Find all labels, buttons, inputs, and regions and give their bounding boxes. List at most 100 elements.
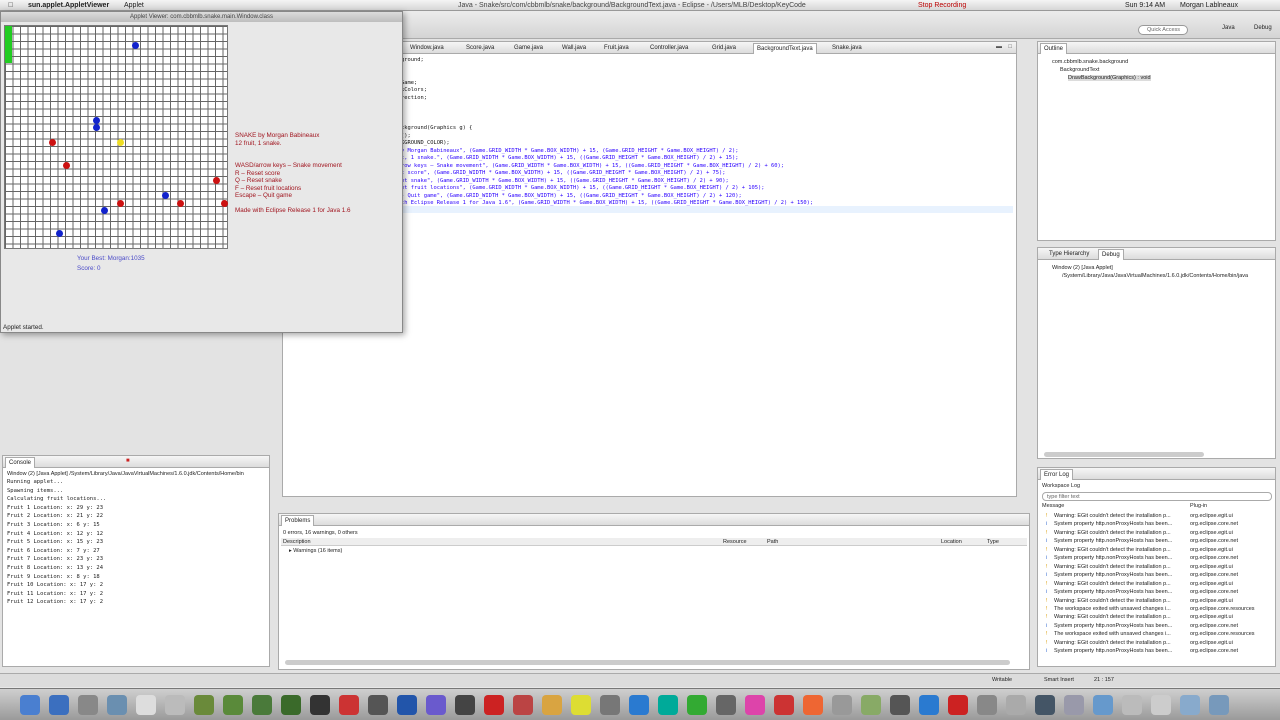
tab-score-java[interactable]: Score.java: [463, 43, 497, 54]
tab-grid-java[interactable]: Grid.java: [709, 43, 739, 54]
dock-app-icon[interactable]: [716, 695, 736, 715]
perspective-java-button[interactable]: Java: [1222, 25, 1235, 31]
dock-app-icon[interactable]: [136, 695, 156, 715]
app-name-menu[interactable]: sun.applet.AppletViewer: [28, 0, 109, 11]
dock-app-icon[interactable]: [774, 695, 794, 715]
col-plugin[interactable]: Plug-in: [1190, 503, 1207, 509]
error-row-message[interactable]: System property http.nonProxyHosts has b…: [1054, 589, 1172, 595]
debug-launch[interactable]: Window (2) [Java Applet]: [1052, 265, 1113, 271]
dock-app-icon[interactable]: [1122, 695, 1142, 715]
error-row-message[interactable]: System property http.nonProxyHosts has b…: [1054, 572, 1172, 578]
outline-class[interactable]: BackgroundText: [1060, 67, 1099, 73]
dock-app-icon[interactable]: [78, 695, 98, 715]
applet-menu[interactable]: Applet: [124, 0, 144, 11]
dock-app-icon[interactable]: [1064, 695, 1084, 715]
col-type[interactable]: Type: [987, 539, 999, 545]
tab-debug[interactable]: Debug: [1098, 249, 1124, 260]
dock-app-icon[interactable]: [977, 695, 997, 715]
dock-app-icon[interactable]: [310, 695, 330, 715]
tab-wall-java[interactable]: Wall.java: [559, 43, 589, 54]
dock-app-icon[interactable]: [252, 695, 272, 715]
dock-app-icon[interactable]: [1151, 695, 1171, 715]
dock-app-icon[interactable]: [919, 695, 939, 715]
tab-type-hierarchy[interactable]: Type Hierarchy: [1046, 249, 1092, 260]
error-row-message[interactable]: System property http.nonProxyHosts has b…: [1054, 648, 1172, 654]
dock-app-icon[interactable]: [1209, 695, 1229, 715]
error-row-message[interactable]: Warning: EGit couldn't detect the instal…: [1054, 513, 1171, 519]
dock-app-icon[interactable]: [861, 695, 881, 715]
error-row-message[interactable]: System property http.nonProxyHosts has b…: [1054, 538, 1172, 544]
perspective-debug-button[interactable]: Debug: [1254, 25, 1272, 31]
error-row-message[interactable]: The workspace exited with unsaved change…: [1054, 631, 1171, 637]
tab-controller-java[interactable]: Controller.java: [647, 43, 691, 54]
dock-app-icon[interactable]: [1180, 695, 1200, 715]
error-row-message[interactable]: Warning: EGit couldn't detect the instal…: [1054, 547, 1171, 553]
tab-outline[interactable]: Outline: [1040, 43, 1068, 54]
dock-app-icon[interactable]: [339, 695, 359, 715]
tab-console[interactable]: Console: [5, 457, 36, 468]
terminate-icon[interactable]: ■: [126, 458, 130, 464]
minimize-icon[interactable]: ▬: [996, 44, 1002, 50]
tab-window-java[interactable]: Window.java: [407, 43, 447, 54]
dock-app-icon[interactable]: [629, 695, 649, 715]
outline-package[interactable]: com.cbbmlb.snake.background: [1052, 59, 1128, 65]
dock-app-icon[interactable]: [223, 695, 243, 715]
col-description[interactable]: Description: [283, 539, 311, 545]
dock-app-icon[interactable]: [165, 695, 185, 715]
tab-game-java[interactable]: Game.java: [511, 43, 546, 54]
error-row-message[interactable]: Warning: EGit couldn't detect the instal…: [1054, 614, 1171, 620]
dock-app-icon[interactable]: [397, 695, 417, 715]
tab-backgroundtext-java[interactable]: BackgroundText.java: [753, 43, 817, 54]
tab-error-log[interactable]: Error Log: [1040, 469, 1074, 480]
debug-scrollbar[interactable]: [1044, 452, 1204, 457]
error-row-message[interactable]: System property http.nonProxyHosts has b…: [1054, 555, 1172, 561]
tab-fruit-java[interactable]: Fruit.java: [601, 43, 632, 54]
col-resource[interactable]: Resource: [723, 539, 747, 545]
tab-snake-java[interactable]: Snake.java: [829, 43, 865, 54]
snake-grid[interactable]: [4, 25, 228, 249]
dock-app-icon[interactable]: [194, 695, 214, 715]
dock-app-icon[interactable]: [281, 695, 301, 715]
warnings-group[interactable]: ▸ Warnings (16 items): [289, 548, 342, 554]
dock-app-icon[interactable]: [600, 695, 620, 715]
dock-app-icon[interactable]: [368, 695, 388, 715]
dock-app-icon[interactable]: [49, 695, 69, 715]
col-message[interactable]: Message: [1042, 503, 1064, 509]
dock-app-icon[interactable]: [890, 695, 910, 715]
error-row-message[interactable]: Warning: EGit couldn't detect the instal…: [1054, 581, 1171, 587]
maximize-icon[interactable]: □: [1008, 44, 1012, 50]
dock-app-icon[interactable]: [687, 695, 707, 715]
filter-input[interactable]: type filter text: [1042, 492, 1272, 501]
dock-app-icon[interactable]: [513, 695, 533, 715]
dock-app-icon[interactable]: [1006, 695, 1026, 715]
col-location[interactable]: Location: [941, 539, 962, 545]
user-menu[interactable]: Morgan Lablneaux: [1180, 0, 1238, 11]
tab-problems[interactable]: Problems: [281, 515, 315, 526]
dock-app-icon[interactable]: [542, 695, 562, 715]
dock-app-icon[interactable]: [948, 695, 968, 715]
dock-app-icon[interactable]: [484, 695, 504, 715]
dock-app-icon[interactable]: [426, 695, 446, 715]
quick-access-field[interactable]: Quick Access: [1138, 25, 1188, 35]
dock-app-icon[interactable]: [745, 695, 765, 715]
error-row-message[interactable]: The workspace exited with unsaved change…: [1054, 606, 1171, 612]
apple-icon[interactable]: : [8, 0, 13, 11]
stop-recording-button[interactable]: Stop Recording: [918, 0, 966, 11]
dock-app-icon[interactable]: [832, 695, 852, 715]
dock-app-icon[interactable]: [658, 695, 678, 715]
dock-app-icon[interactable]: [20, 695, 40, 715]
error-row-message[interactable]: Warning: EGit couldn't detect the instal…: [1054, 530, 1171, 536]
dock-app-icon[interactable]: [107, 695, 127, 715]
error-row-message[interactable]: Warning: EGit couldn't detect the instal…: [1054, 564, 1171, 570]
error-row-message[interactable]: System property http.nonProxyHosts has b…: [1054, 521, 1172, 527]
applet-title[interactable]: Applet Viewer: com.cbbmlb.snake.main.Win…: [1, 12, 402, 22]
error-row-message[interactable]: Warning: EGit couldn't detect the instal…: [1054, 598, 1171, 604]
outline-method[interactable]: DrawBackground(Graphics) : void: [1068, 75, 1151, 81]
dock-app-icon[interactable]: [803, 695, 823, 715]
col-path[interactable]: Path: [767, 539, 778, 545]
debug-process[interactable]: /System/Library/Java/JavaVirtualMachines…: [1062, 273, 1248, 279]
error-row-message[interactable]: Warning: EGit couldn't detect the instal…: [1054, 640, 1171, 646]
dock-app-icon[interactable]: [455, 695, 475, 715]
dock-app-icon[interactable]: [571, 695, 591, 715]
problems-scrollbar[interactable]: [285, 660, 1010, 665]
